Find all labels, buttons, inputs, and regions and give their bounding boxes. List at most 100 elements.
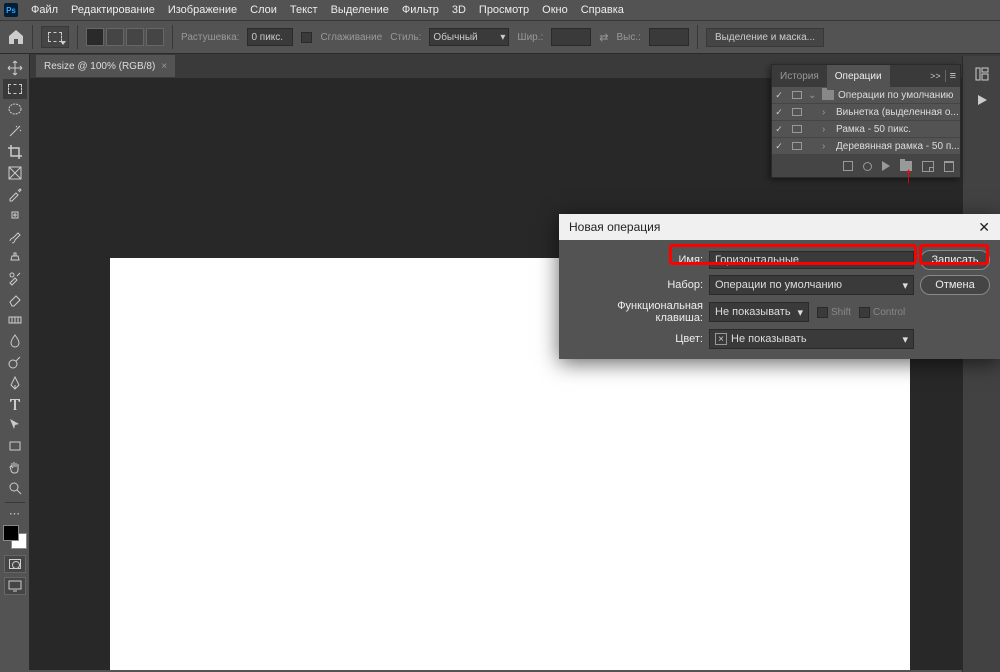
menu-select[interactable]: Выделение [331, 4, 389, 16]
shift-checkbox[interactable] [817, 307, 828, 318]
mode-intersect[interactable] [146, 28, 164, 46]
panel-tab-bar: История Операции >> ≡ [772, 65, 960, 87]
chevron-right-icon[interactable]: › [822, 141, 832, 152]
name-input[interactable] [709, 251, 914, 269]
menu-edit[interactable]: Редактирование [71, 4, 155, 16]
actions-row[interactable]: ✓ › Деревянная рамка - 50 п... [772, 138, 960, 155]
mode-add[interactable] [106, 28, 124, 46]
lasso-tool[interactable] [3, 100, 27, 120]
new-action-dialog: Новая операция ✕ Имя: Записать Набор: Оп… [559, 214, 1000, 359]
path-selection-tool[interactable] [3, 415, 27, 435]
height-label: Выс.: [617, 32, 641, 43]
actions-row[interactable]: ✓ › Виьнетка (выделенная о... [772, 104, 960, 121]
check-icon[interactable]: ✓ [772, 90, 786, 101]
brush-tool[interactable] [3, 226, 27, 246]
selection-mode-group [86, 28, 164, 46]
actions-row[interactable]: ✓ ⌄ Операции по умолчанию [772, 87, 960, 104]
home-icon[interactable] [8, 29, 24, 45]
panel-menu-icon[interactable]: ≡ [950, 70, 956, 82]
tools-panel: ⋯ [0, 54, 30, 670]
cancel-button[interactable]: Отмена [920, 275, 990, 295]
menu-filter[interactable]: Фильтр [402, 4, 439, 16]
control-checkbox[interactable] [859, 307, 870, 318]
width-label: Шир.: [517, 32, 543, 43]
dialog-title: Новая операция [569, 220, 660, 234]
screen-mode-toggle[interactable] [4, 577, 26, 595]
trash-icon[interactable] [944, 161, 954, 172]
actions-row[interactable]: ✓ › Рамка - 50 пикс. [772, 121, 960, 138]
type-tool[interactable] [3, 394, 27, 414]
crop-tool[interactable] [3, 142, 27, 162]
magic-wand-tool[interactable] [3, 121, 27, 141]
tab-history[interactable]: История [772, 65, 827, 87]
frame-tool[interactable] [3, 163, 27, 183]
check-icon[interactable]: ✓ [772, 124, 786, 135]
move-tool[interactable] [3, 58, 27, 78]
clone-stamp-tool[interactable] [3, 247, 27, 267]
check-icon[interactable]: ✓ [772, 141, 786, 152]
menu-file[interactable]: Файл [31, 4, 58, 16]
antialias-checkbox[interactable] [301, 32, 312, 43]
color-label: Цвет: [569, 333, 703, 345]
set-select[interactable]: Операции по умолчанию▾ [709, 275, 914, 295]
tool-preset-picker[interactable] [41, 26, 69, 48]
check-icon[interactable]: ✓ [772, 107, 786, 118]
history-brush-tool[interactable] [3, 268, 27, 288]
dialog-toggle[interactable] [790, 108, 804, 116]
gradient-tool[interactable] [3, 310, 27, 330]
menu-help[interactable]: Справка [581, 4, 624, 16]
fkey-select[interactable]: Не показывать▾ [709, 302, 809, 322]
menu-view[interactable]: Просмотр [479, 4, 529, 16]
color-swatches[interactable] [3, 525, 27, 549]
feather-input[interactable] [247, 28, 293, 46]
play-icon[interactable] [882, 161, 890, 171]
menu-text[interactable]: Текст [290, 4, 318, 16]
mode-new[interactable] [86, 28, 104, 46]
dialog-toggle[interactable] [790, 142, 804, 150]
menu-image[interactable]: Изображение [168, 4, 237, 16]
hand-tool[interactable] [3, 457, 27, 477]
style-select[interactable]: Обычный▾ [429, 28, 509, 46]
quick-mask-toggle[interactable] [4, 555, 26, 573]
chevron-right-icon[interactable]: › [822, 124, 832, 135]
dialog-toggle[interactable] [790, 125, 804, 133]
height-input[interactable] [649, 28, 689, 46]
document-tab[interactable]: Resize @ 100% (RGB/8) × [36, 55, 175, 77]
marquee-tool[interactable] [3, 79, 27, 99]
menu-layers[interactable]: Слои [250, 4, 277, 16]
close-icon[interactable]: × [161, 61, 167, 72]
dock-properties-icon[interactable] [972, 64, 992, 84]
dodge-tool[interactable] [3, 352, 27, 372]
healing-brush-tool[interactable] [3, 205, 27, 225]
set-label: Набор: [569, 279, 703, 291]
dialog-toggle[interactable] [790, 91, 804, 99]
menu-3d[interactable]: 3D [452, 4, 466, 16]
edit-toolbar[interactable]: ⋯ [3, 506, 27, 520]
close-icon[interactable]: ✕ [978, 219, 990, 236]
panel-collapse-icon[interactable]: >> [930, 71, 941, 81]
options-bar: Растушевка: Сглаживание Стиль: Обычный▾ … [0, 20, 1000, 54]
blur-tool[interactable] [3, 331, 27, 351]
zoom-tool[interactable] [3, 478, 27, 498]
document-tab-title: Resize @ 100% (RGB/8) [44, 61, 155, 72]
pen-tool[interactable] [3, 373, 27, 393]
eyedropper-tool[interactable] [3, 184, 27, 204]
select-and-mask-button[interactable]: Выделение и маска... [706, 28, 824, 47]
chevron-right-icon[interactable]: › [822, 107, 832, 118]
mode-subtract[interactable] [126, 28, 144, 46]
shape-tool[interactable] [3, 436, 27, 456]
width-input[interactable] [551, 28, 591, 46]
menu-window[interactable]: Окно [542, 4, 568, 16]
swap-icon[interactable]: ⇄ [599, 31, 608, 44]
foreground-color[interactable] [3, 525, 19, 541]
new-action-icon[interactable] [922, 161, 934, 172]
stop-icon[interactable] [843, 161, 853, 171]
color-select[interactable]: ×Не показывать▾ [709, 329, 914, 349]
control-label: Control [873, 307, 905, 318]
dock-play-icon[interactable] [972, 90, 992, 110]
record-icon[interactable] [863, 162, 872, 171]
chevron-down-icon[interactable]: ⌄ [808, 90, 818, 101]
tab-actions[interactable]: Операции [827, 65, 890, 87]
record-button[interactable]: Записать [920, 250, 990, 270]
eraser-tool[interactable] [3, 289, 27, 309]
